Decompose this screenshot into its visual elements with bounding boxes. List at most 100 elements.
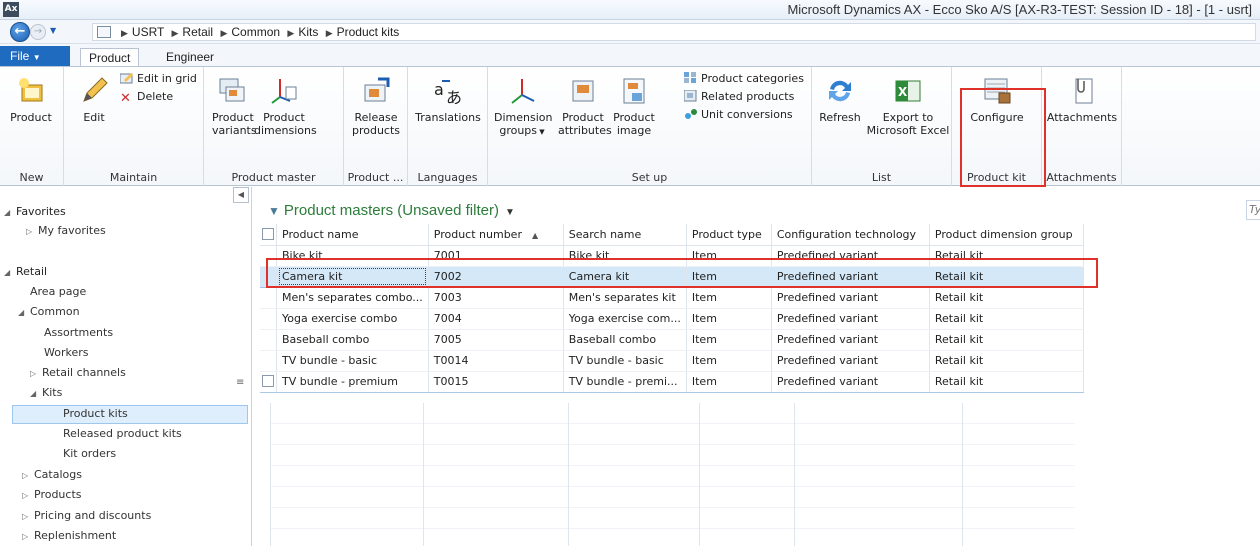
nav-assortments[interactable]: Assortments bbox=[44, 324, 113, 342]
breadcrumb-common[interactable]: Common bbox=[231, 25, 280, 39]
breadcrumb-kits[interactable]: Kits bbox=[298, 25, 318, 39]
cell-product-name[interactable]: TV bundle - premium bbox=[276, 370, 429, 393]
cell-product-dimension-group[interactable]: Retail kit bbox=[929, 370, 1084, 393]
col-product-dimension-group[interactable]: Product dimension group bbox=[929, 224, 1084, 246]
row-checkbox[interactable] bbox=[260, 370, 277, 393]
nav-catalogs[interactable]: ▷ Catalogs bbox=[22, 466, 82, 484]
nav-products[interactable]: ▷ Products bbox=[22, 486, 82, 504]
table-row[interactable]: Yoga exercise combo 7004 Yoga exercise c… bbox=[260, 308, 1084, 330]
nav-favorites[interactable]: ◢ Favorites bbox=[4, 203, 66, 221]
cell-search-name[interactable]: Baseball combo bbox=[563, 329, 687, 351]
breadcrumb-retail[interactable]: Retail bbox=[182, 25, 213, 39]
group-list-label: List bbox=[871, 171, 892, 184]
nav-product-kits[interactable]: Product kits bbox=[63, 405, 128, 423]
cell-product-dimension-group[interactable]: Retail kit bbox=[929, 350, 1084, 372]
product-image-icon bbox=[623, 78, 645, 104]
tab-product[interactable]: Product bbox=[80, 48, 140, 67]
navigation-pane: ◢ Favorites ▷ My favorites ◢ Retail Area pa… bbox=[0, 187, 252, 546]
related-products-icon bbox=[684, 90, 697, 102]
collapse-pane-icon[interactable]: ◀ bbox=[233, 187, 249, 203]
release-products-button[interactable]: Release products bbox=[350, 75, 402, 137]
new-product-button[interactable]: Product bbox=[4, 75, 58, 124]
nav-workers[interactable]: Workers bbox=[44, 344, 88, 362]
delete-button[interactable]: ✕ Delete bbox=[120, 89, 173, 105]
nav-retail[interactable]: ◢ Retail bbox=[4, 263, 47, 281]
product-attributes-button[interactable]: Product attributes bbox=[558, 75, 612, 137]
col-product-number[interactable]: Product number ▲ bbox=[428, 224, 564, 246]
cell-product-type[interactable]: Item bbox=[686, 329, 772, 351]
nav-released-product-kits[interactable]: Released product kits bbox=[63, 425, 182, 443]
col-product-type[interactable]: Product type bbox=[686, 224, 772, 246]
col-search-name[interactable]: Search name bbox=[563, 224, 687, 246]
cell-search-name[interactable]: TV bundle - premi... bbox=[563, 370, 687, 393]
cell-configuration-technology[interactable]: Predefined variant bbox=[771, 329, 930, 351]
col-configuration-technology[interactable]: Configuration technology bbox=[771, 224, 930, 246]
cell-product-name[interactable]: Yoga exercise combo bbox=[276, 308, 429, 330]
export-to-excel-button[interactable]: X Export to Microsoft Excel bbox=[866, 75, 950, 137]
breadcrumb[interactable]: ▶ USRT ▶ Retail ▶ Common ▶ Kits ▶ Product kit… bbox=[92, 23, 1256, 41]
history-dropdown-icon[interactable]: ▼ bbox=[50, 26, 56, 35]
nav-splitter[interactable]: ◀ ≡ bbox=[233, 187, 249, 546]
cell-product-type[interactable]: Item bbox=[686, 308, 772, 330]
table-row[interactable]: Baseball combo 7005 Baseball combo Item … bbox=[260, 329, 1084, 351]
cell-product-number[interactable]: 7005 bbox=[428, 329, 564, 351]
table-row[interactable]: TV bundle - basic T0014 TV bundle - basi… bbox=[260, 350, 1084, 372]
translations-button[interactable]: aあ Translations bbox=[412, 75, 484, 124]
cell-search-name[interactable]: TV bundle - basic bbox=[563, 350, 687, 372]
breadcrumb-usrt[interactable]: USRT bbox=[132, 25, 164, 39]
table-row[interactable]: TV bundle - premium T0015 TV bundle - pr… bbox=[260, 370, 1084, 393]
splitter-grip-icon[interactable]: ≡ bbox=[236, 377, 244, 388]
cell-product-name[interactable]: TV bundle - basic bbox=[276, 350, 429, 372]
cell-configuration-technology[interactable]: Predefined variant bbox=[771, 370, 930, 393]
breadcrumb-product-kits[interactable]: Product kits bbox=[337, 25, 400, 39]
edit-button[interactable]: Edit bbox=[72, 75, 116, 124]
nav-kit-orders[interactable]: Kit orders bbox=[63, 445, 116, 463]
nav-my-favorites[interactable]: ▷ My favorites bbox=[26, 222, 106, 240]
col-product-name[interactable]: Product name bbox=[276, 224, 429, 246]
nav-kits[interactable]: ◢ Kits bbox=[30, 384, 62, 402]
cell-product-type[interactable]: Item bbox=[686, 350, 772, 372]
refresh-button[interactable]: Refresh bbox=[816, 75, 864, 124]
group-attachments-label: Attachments bbox=[1046, 171, 1117, 184]
forward-icon[interactable]: → bbox=[30, 24, 46, 40]
cell-configuration-technology[interactable]: Predefined variant bbox=[771, 308, 930, 330]
cell-configuration-technology[interactable]: Predefined variant bbox=[771, 350, 930, 372]
cell-search-name[interactable]: Yoga exercise com... bbox=[563, 308, 687, 330]
product-image-button[interactable]: Product image bbox=[612, 75, 656, 137]
cell-product-dimension-group[interactable]: Retail kit bbox=[929, 287, 1084, 309]
cell-product-number[interactable]: T0015 bbox=[428, 370, 564, 393]
related-products-button[interactable]: Related products bbox=[684, 89, 794, 105]
nav-replenishment[interactable]: ▷ Replenishment bbox=[22, 527, 116, 545]
address-menu-icon[interactable] bbox=[97, 26, 111, 38]
back-icon[interactable]: ← bbox=[10, 22, 30, 42]
group-attachments: Attachments Attachments bbox=[1042, 67, 1122, 186]
edit-in-grid-button[interactable]: Edit in grid bbox=[120, 71, 197, 87]
nav-pricing-discounts[interactable]: ▷ Pricing and discounts bbox=[22, 507, 151, 525]
cell-configuration-technology[interactable]: Predefined variant bbox=[771, 287, 930, 309]
attachments-button[interactable]: Attachments bbox=[1046, 75, 1118, 124]
product-dimensions-button[interactable]: Product dimensions bbox=[254, 75, 317, 137]
cell-search-name[interactable]: Men's separates kit bbox=[563, 287, 687, 309]
nav-area-page[interactable]: Area page bbox=[30, 283, 86, 301]
type-to-filter-input[interactable]: Ty bbox=[1246, 200, 1260, 220]
product-variants-button[interactable]: Product variants bbox=[212, 75, 257, 137]
unit-conversions-button[interactable]: Unit conversions bbox=[684, 107, 793, 123]
table-row[interactable]: Men's separates combo... 7003 Men's sepa… bbox=[260, 287, 1084, 309]
cell-product-type[interactable]: Item bbox=[686, 287, 772, 309]
cell-product-number[interactable]: 7004 bbox=[428, 308, 564, 330]
nav-retail-channels[interactable]: ▷ Retail channels bbox=[30, 364, 126, 382]
cell-product-name[interactable]: Baseball combo bbox=[276, 329, 429, 351]
cell-product-dimension-group[interactable]: Retail kit bbox=[929, 329, 1084, 351]
dimension-groups-button[interactable]: Dimension groups ▼ bbox=[494, 75, 552, 139]
nav-common[interactable]: ◢ Common bbox=[18, 303, 80, 321]
product-categories-button[interactable]: Product categories bbox=[684, 71, 804, 87]
cell-product-type[interactable]: Item bbox=[686, 370, 772, 393]
cell-product-name[interactable]: Men's separates combo... bbox=[276, 287, 429, 309]
cell-product-number[interactable]: 7003 bbox=[428, 287, 564, 309]
select-all-checkbox[interactable] bbox=[260, 224, 277, 246]
grid-title[interactable]: ▼ Product masters (Unsaved filter) ▼ bbox=[268, 202, 515, 219]
tab-file[interactable]: File ▼ bbox=[0, 46, 70, 66]
cell-product-number[interactable]: T0014 bbox=[428, 350, 564, 372]
tab-engineer[interactable]: Engineer bbox=[158, 48, 222, 67]
cell-product-dimension-group[interactable]: Retail kit bbox=[929, 308, 1084, 330]
